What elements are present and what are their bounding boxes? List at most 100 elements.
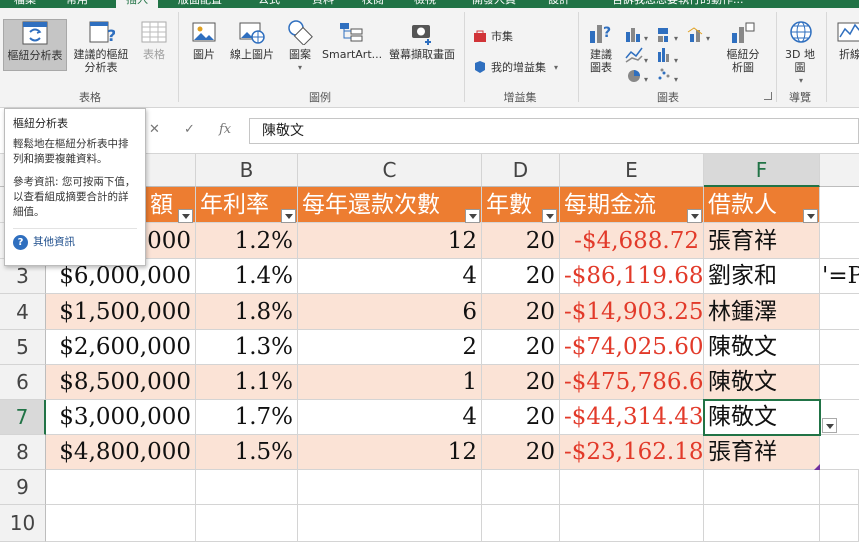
cell-amount[interactable]: $8,500,000 (46, 365, 196, 400)
filter-dropdown-icon[interactable] (542, 209, 557, 223)
row-header-6[interactable]: 6 (0, 365, 46, 400)
recommended-pivot-button[interactable]: ? 建議的樞紐分析表 (70, 19, 132, 85)
cell-rate[interactable]: 1.1% (196, 365, 298, 400)
row-header-5[interactable]: 5 (0, 330, 46, 365)
cell-amount[interactable]: $2,600,000 (46, 330, 196, 365)
cell-borrower[interactable]: 劉家和 (704, 259, 820, 294)
tab-home[interactable]: 常用 (66, 0, 88, 8)
row-header-10[interactable]: 10 (0, 505, 46, 542)
filter-dropdown-icon[interactable] (281, 209, 296, 223)
sparkline-line-button[interactable]: 折線 (830, 19, 859, 71)
cell-rate[interactable]: 1.4% (196, 259, 298, 294)
empty-cell[interactable] (298, 470, 482, 505)
cell-years[interactable]: 20 (482, 400, 560, 435)
cell-years[interactable]: 20 (482, 330, 560, 365)
empty-cell[interactable] (560, 505, 704, 542)
empty-cell[interactable] (820, 187, 859, 223)
pivot-table-button[interactable]: 樞紐分析表 (3, 19, 67, 71)
empty-cell[interactable] (560, 470, 704, 505)
empty-cell[interactable] (196, 505, 298, 542)
pivot-chart-button[interactable]: 樞紐分析圖 (722, 19, 764, 85)
cell-cash-flow[interactable]: -$23,162.18 (560, 435, 704, 470)
cell-payments[interactable]: 12 (298, 223, 482, 259)
cell-amount[interactable]: $3,000,000 (46, 400, 196, 435)
tell-me-box[interactable]: 告訴我您想要執行的動作... (612, 0, 744, 8)
tab-data[interactable]: 資料 (312, 0, 334, 8)
row-header-4[interactable]: 4 (0, 294, 46, 330)
empty-cell[interactable] (46, 505, 196, 542)
my-addins-dropdown-icon[interactable]: ▾ (554, 63, 558, 72)
tab-developer[interactable]: 開發人員 (472, 0, 516, 8)
empty-cell[interactable] (820, 435, 859, 470)
cell-years[interactable]: 20 (482, 294, 560, 330)
cell-amount[interactable]: $4,800,000 (46, 435, 196, 470)
smartart-button[interactable]: SmartArt... (322, 19, 382, 71)
filter-dropdown-icon[interactable] (465, 209, 480, 223)
empty-cell[interactable] (704, 470, 820, 505)
cell-borrower[interactable]: 張育祥 (704, 223, 820, 259)
tab-formulas[interactable]: 公式 (258, 0, 280, 8)
screenshot-button[interactable]: 螢幕擷取畫面 (384, 19, 460, 71)
empty-cell[interactable] (820, 330, 859, 365)
enter-icon[interactable]: ✓ (184, 122, 195, 137)
empty-cell[interactable] (46, 470, 196, 505)
cell-borrower[interactable]: 張育祥 (704, 435, 820, 470)
empty-cell[interactable] (820, 505, 859, 542)
cell-rate[interactable]: 1.8% (196, 294, 298, 330)
filter-dropdown-icon[interactable] (803, 209, 818, 223)
filter-dropdown-icon[interactable] (687, 209, 702, 223)
table-button[interactable]: 表格 (136, 19, 172, 71)
column-header-b[interactable]: B (196, 154, 298, 187)
tab-view[interactable]: 檢視 (414, 0, 436, 8)
cell-borrower[interactable]: 陳敬文 (704, 330, 820, 365)
empty-cell[interactable] (196, 470, 298, 505)
row-header-8[interactable]: 8 (0, 435, 46, 470)
cell-rate[interactable]: 1.3% (196, 330, 298, 365)
column-header-f[interactable]: F (704, 154, 820, 187)
cell-years[interactable]: 20 (482, 223, 560, 259)
empty-cell[interactable] (820, 223, 859, 259)
column-header-d[interactable]: D (482, 154, 560, 187)
cell-cash-flow[interactable]: -$14,903.25 (560, 294, 704, 330)
online-pictures-button[interactable]: 線上圖片 (226, 19, 278, 71)
cancel-icon[interactable]: ✕ (149, 122, 160, 137)
cell-payments[interactable]: 6 (298, 294, 482, 330)
cell-cash-flow[interactable]: -$86,119.68 (560, 259, 704, 294)
insert-function-icon[interactable]: fx (219, 122, 231, 137)
cell-rate[interactable]: 1.2% (196, 223, 298, 259)
tab-file[interactable]: 檔案 (14, 0, 36, 8)
list-dropdown-button[interactable] (822, 418, 837, 433)
tooltip-more-info-link[interactable]: ? 其他資訊 (13, 228, 137, 250)
filter-dropdown-icon[interactable] (178, 209, 193, 223)
overflow-formula-text[interactable]: '=PI (820, 259, 859, 294)
row-header-9[interactable]: 9 (0, 470, 46, 505)
cell-rate[interactable]: 1.7% (196, 400, 298, 435)
charts-dialog-launcher-icon[interactable] (764, 92, 772, 100)
column-header-g[interactable] (820, 154, 859, 187)
recommended-charts-button[interactable]: ? 建議圖表 (584, 19, 618, 85)
cell-borrower[interactable]: 陳敬文 (704, 400, 820, 435)
cell-years[interactable]: 20 (482, 435, 560, 470)
tab-design[interactable]: 設計 (548, 0, 570, 8)
store-button[interactable]: 市集 (473, 28, 513, 44)
table-header-payments-per-year[interactable]: 每年還款次數 (298, 187, 482, 223)
cell-amount[interactable]: $1,500,000 (46, 294, 196, 330)
empty-cell[interactable] (298, 505, 482, 542)
tab-page-layout[interactable]: 版面配置 (178, 0, 222, 8)
empty-cell[interactable] (820, 294, 859, 330)
cell-cash-flow[interactable]: -$74,025.60 (560, 330, 704, 365)
cell-cash-flow[interactable]: -$4,688.72 (560, 223, 704, 259)
tab-insert[interactable]: 插入 (116, 0, 158, 8)
cell-payments[interactable]: 2 (298, 330, 482, 365)
shapes-button[interactable]: 圖案 ▾ (282, 19, 318, 85)
formula-input[interactable]: 陳敬文 (249, 118, 859, 144)
cell-years[interactable]: 20 (482, 365, 560, 400)
my-addins-button[interactable]: 我的增益集 ▾ (473, 59, 558, 75)
row-header-7[interactable]: 7 (0, 400, 46, 435)
cell-payments[interactable]: 4 (298, 259, 482, 294)
cell-cash-flow[interactable]: -$475,786.69 (560, 365, 704, 400)
cell-payments[interactable]: 4 (298, 400, 482, 435)
empty-cell[interactable] (482, 505, 560, 542)
cell-borrower[interactable]: 陳敬文 (704, 365, 820, 400)
cell-borrower[interactable]: 林鍾澤 (704, 294, 820, 330)
